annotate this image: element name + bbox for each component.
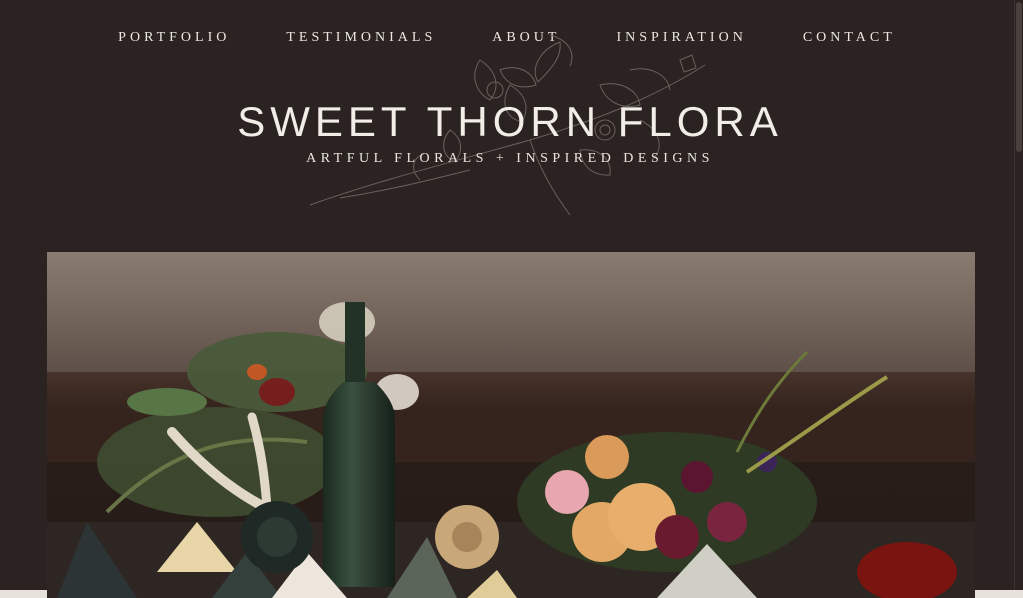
- floral-tablescape-photo-icon: [47, 252, 975, 598]
- hero-image: [47, 252, 975, 598]
- nav-portfolio-link[interactable]: PORTFOLIO: [118, 27, 230, 49]
- site-tagline: ARTFUL FLORALS + INSPIRED DESIGNS: [306, 151, 714, 166]
- site-title: SWEET THORN FLORA: [237, 98, 783, 145]
- scrollbar-thumb[interactable]: [1016, 2, 1022, 152]
- brand-logo[interactable]: SWEET THORN FLORA ARTFUL FLORALS + INSPI…: [230, 30, 790, 230]
- scrollbar-track[interactable]: [1014, 0, 1023, 598]
- nav-contact-link[interactable]: CONTACT: [803, 27, 896, 49]
- footer-strip-right: [975, 590, 1023, 598]
- footer-strip-left: [0, 590, 47, 598]
